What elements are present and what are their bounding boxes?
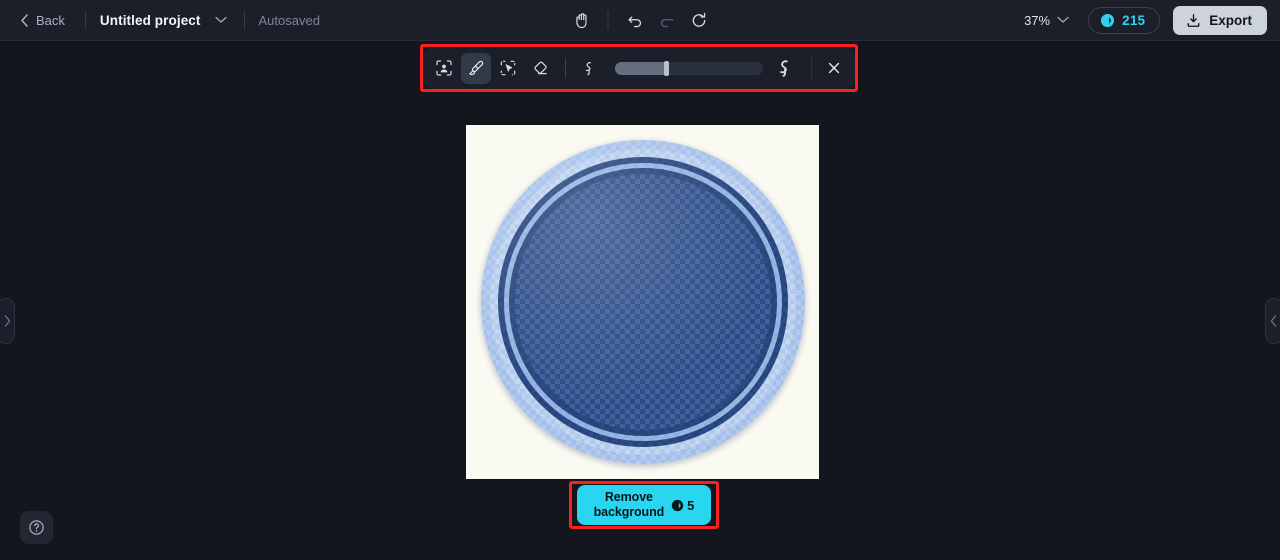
divider	[84, 10, 86, 30]
increase-brush-size-button[interactable]	[772, 53, 802, 84]
decrease-brush-size-button[interactable]	[576, 53, 606, 84]
remove-background-label-line2: background	[593, 505, 665, 519]
help-button[interactable]	[20, 511, 53, 544]
top-bar: Back Untitled project Autosaved 37% 215 …	[0, 0, 1280, 41]
download-icon	[1186, 13, 1201, 28]
divider	[565, 58, 567, 78]
credits-amount: 215	[1122, 12, 1146, 28]
divider	[243, 10, 245, 30]
right-panel-toggle[interactable]	[1265, 298, 1280, 344]
close-toolbar-button[interactable]	[819, 53, 849, 84]
chevron-left-icon	[1270, 315, 1277, 327]
eraser-tool[interactable]	[525, 53, 555, 84]
top-bar-right-group: 37% 215 Export	[1017, 0, 1267, 40]
remove-background-button[interactable]: Remove background 5	[577, 485, 711, 525]
export-label: Export	[1209, 12, 1252, 28]
project-title: Untitled project	[99, 12, 201, 28]
question-circle-icon	[28, 519, 45, 536]
redo-button[interactable]	[652, 5, 682, 35]
credits-pill[interactable]: 215	[1088, 6, 1161, 34]
brush-tool[interactable]	[461, 52, 492, 84]
project-menu-button[interactable]	[212, 13, 230, 27]
slider-handle[interactable]	[664, 60, 670, 76]
left-panel-toggle[interactable]	[0, 298, 15, 344]
chevron-down-icon	[1057, 16, 1069, 24]
top-bar-left-group: Back Untitled project Autosaved	[0, 0, 320, 40]
export-button[interactable]: Export	[1173, 5, 1267, 35]
chevron-right-icon	[4, 315, 11, 327]
remove-background-cost-value: 5	[687, 497, 695, 513]
magic-select-tool[interactable]	[493, 53, 523, 84]
reset-button[interactable]	[684, 5, 714, 35]
back-label: Back	[36, 12, 65, 28]
plate-subject	[480, 140, 805, 464]
canvas-controls-group	[567, 0, 714, 40]
divider	[810, 55, 812, 81]
brush-size-slider[interactable]	[615, 60, 763, 76]
remove-background-label: Remove background	[594, 490, 665, 520]
coin-icon	[671, 499, 684, 512]
remove-background-cost: 5	[671, 498, 694, 513]
chevron-left-icon	[20, 13, 29, 27]
slider-fill	[615, 61, 668, 75]
edit-toolbar	[423, 47, 855, 89]
autosaved-status: Autosaved	[258, 12, 320, 28]
undo-button[interactable]	[620, 5, 650, 35]
artboard[interactable]	[466, 125, 819, 479]
divider	[607, 11, 609, 29]
zoom-control[interactable]: 37%	[1017, 8, 1076, 33]
zoom-level-label: 37%	[1024, 12, 1051, 28]
select-subject-tool[interactable]	[429, 53, 459, 84]
back-button[interactable]: Back	[14, 8, 71, 33]
hand-tool[interactable]	[567, 5, 597, 35]
plate-well-selection-mask	[514, 174, 771, 430]
remove-background-label-line1: Remove	[604, 490, 653, 504]
coin-icon	[1100, 13, 1115, 28]
